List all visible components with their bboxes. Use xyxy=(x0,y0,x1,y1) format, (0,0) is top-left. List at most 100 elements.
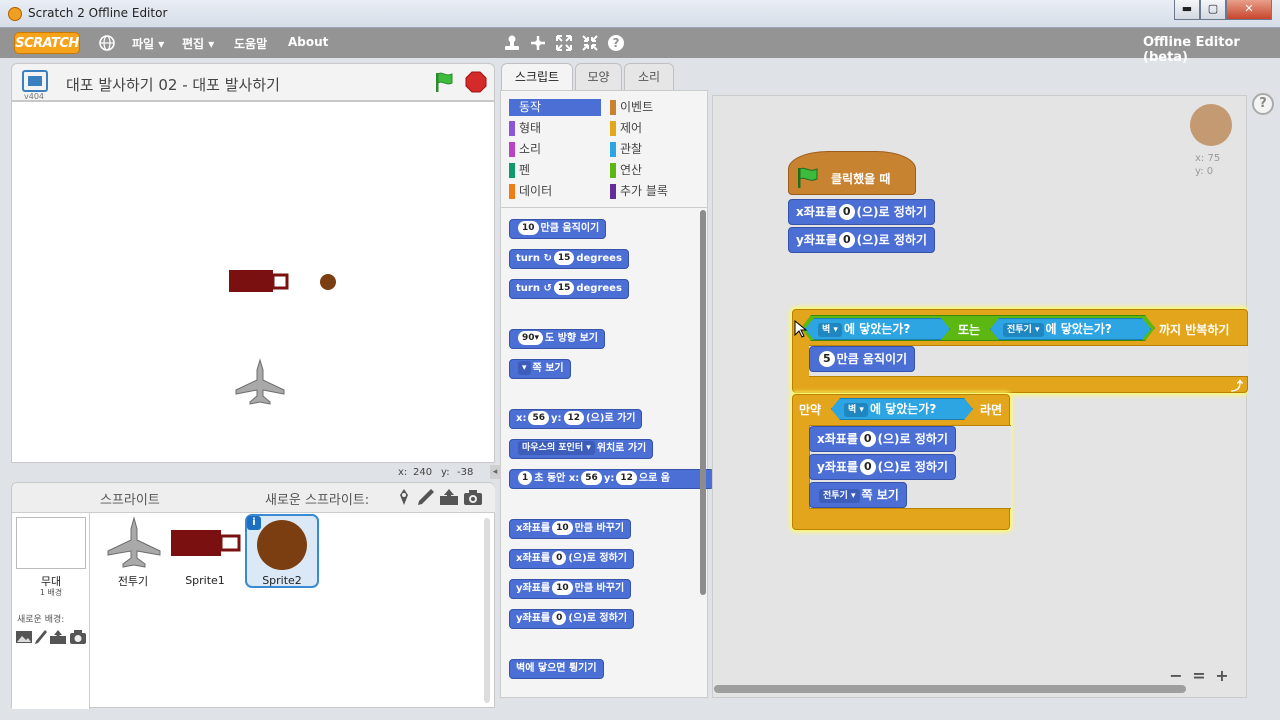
sprite-item-sprite1[interactable]: Sprite1 xyxy=(169,516,241,588)
paint-backdrop-icon[interactable] xyxy=(34,629,48,645)
block-goto-target[interactable]: 마우스의 포인터 ▾ 위치로 가기 xyxy=(509,439,654,459)
maximize-button[interactable]: ▢ xyxy=(1200,0,1226,20)
block-palette: 동작 형태 소리 펜 데이터 이벤트 제어 관찰 연산 추가 블록 10 만큼 움… xyxy=(500,90,714,698)
block-bounce[interactable]: 벽에 닿으면 튕기기 xyxy=(509,659,604,679)
upload-backdrop-icon[interactable] xyxy=(49,629,67,645)
repeat-until-label: 까지 반복하기 xyxy=(1159,323,1230,337)
point-towards-block[interactable]: 전투기 ▾ 쪽 보기 xyxy=(809,482,907,508)
touching-fighter-condition[interactable]: 전투기 ▾ 에 닿았는가? xyxy=(990,318,1151,340)
set-y-block[interactable]: y좌표를 0 (으)로 정하기 xyxy=(809,454,956,480)
edition-label: Offline Editor (beta) xyxy=(1143,35,1240,65)
paint-sprite-icon[interactable] xyxy=(417,488,435,506)
category-events[interactable]: 이벤트 xyxy=(610,99,702,116)
category-data[interactable]: 데이터 xyxy=(509,183,601,200)
sprite-item-sprite2[interactable]: i Sprite2 xyxy=(245,514,319,588)
script-area[interactable]: x: 75 y: 0 클릭했을 때 x좌표를 0 (으)로 정하기 y좌표를 0 (으)… xyxy=(712,95,1248,698)
menu-file[interactable]: 파일 ▾ xyxy=(132,35,164,52)
block-point-direction[interactable]: 90▾ 도 방향 보기 xyxy=(509,329,606,349)
block-set-y[interactable]: y좌표를 0 (으)로 정하기 xyxy=(509,609,635,629)
green-flag-icon xyxy=(798,167,818,188)
camera-sprite-icon[interactable] xyxy=(463,488,483,506)
green-flag-icon[interactable] xyxy=(432,70,456,94)
repeat-until-block[interactable]: 벽 ▾ 에 닿았는가? 또는 전투기 ▾ 에 닿았는가? 까지 반복하기 ⤴ 5 만큼… xyxy=(792,309,1248,393)
category-control[interactable]: 제어 xyxy=(610,120,702,137)
mouse-x-value: 240 xyxy=(413,467,433,478)
zoom-reset-button[interactable]: = xyxy=(1188,666,1210,686)
block-change-y[interactable]: y좌표를 10 만큼 바꾸기 xyxy=(509,579,632,599)
stage-column: 무대 1 배경 새로운 배경: xyxy=(12,513,90,709)
set-y-block[interactable]: y좌표를 0 (으)로 정하기 xyxy=(788,227,935,253)
camera-backdrop-icon[interactable] xyxy=(69,629,87,645)
or-label: 또는 xyxy=(958,323,981,337)
category-pen[interactable]: 펜 xyxy=(509,162,601,179)
category-looks[interactable]: 형태 xyxy=(509,120,601,137)
stage-canvas[interactable] xyxy=(11,101,495,463)
block-move-steps[interactable]: 10 만큼 움직이기 xyxy=(509,219,607,239)
when-flag-clicked-block[interactable]: 클릭했을 때 xyxy=(788,151,916,195)
delete-scissors-icon[interactable] xyxy=(529,34,547,52)
fighter-thumbnail xyxy=(107,516,161,568)
shrink-icon[interactable] xyxy=(581,34,599,52)
block-turn-left[interactable]: turn ↺ 15 degrees xyxy=(509,279,629,299)
block-change-x[interactable]: x좌표를 10 만큼 바꾸기 xyxy=(509,519,632,539)
loop-arrow-icon: ⤴ xyxy=(1231,379,1244,393)
block-glide[interactable]: 1초 동안 x: 56 y: 12 으로 움 xyxy=(509,469,714,489)
cannonball-sprite[interactable] xyxy=(319,273,337,291)
category-sensing[interactable]: 관찰 xyxy=(610,141,702,158)
set-x-block[interactable]: x좌표를 0 (으)로 정하기 xyxy=(788,199,935,225)
menu-bar: SCRATCH 파일 ▾ 편집 ▾ 도움말 About ? Offline Ed… xyxy=(0,28,1280,65)
set-x-block[interactable]: x좌표를 0 (으)로 정하기 xyxy=(809,426,956,452)
block-help-icon[interactable]: ? xyxy=(607,34,625,52)
touching-wall-condition[interactable]: 벽 ▾ 에 닿았는가? xyxy=(805,318,950,340)
mouse-y-label: y: xyxy=(441,467,450,478)
script-area-hscrollbar[interactable] xyxy=(714,685,1186,693)
backdrop-count: 1 배경 xyxy=(39,588,63,597)
block-set-x[interactable]: x좌표를 0 (으)로 정하기 xyxy=(509,549,634,569)
tab-scripts[interactable]: 스크립트 xyxy=(501,63,573,93)
fighter-jet-sprite[interactable] xyxy=(232,358,288,406)
help-icon[interactable]: ? xyxy=(1252,93,1274,115)
sprite-x-readout: x: 75 xyxy=(1195,153,1221,164)
minimize-button[interactable]: ▬ xyxy=(1174,0,1200,20)
choose-sprite-library-icon[interactable] xyxy=(395,488,413,506)
block-point-towards[interactable]: ▾ 쪽 보기 xyxy=(509,359,571,379)
if-touching-wall-condition[interactable]: 벽 ▾ 에 닿았는가? xyxy=(831,398,973,420)
category-motion[interactable]: 동작 xyxy=(509,99,601,116)
sprite-panel-header: 스프라이트 새로운 스프라이트: xyxy=(90,483,495,513)
close-button[interactable]: ✕ xyxy=(1226,0,1272,20)
if-then-label: 라면 xyxy=(980,403,1003,417)
tab-costumes[interactable]: 모양 xyxy=(575,63,622,91)
palette-scrollbar[interactable] xyxy=(700,210,706,595)
block-turn-right[interactable]: turn ↻ 15 degrees xyxy=(509,249,629,269)
category-sound[interactable]: 소리 xyxy=(509,141,601,158)
fullscreen-icon[interactable] xyxy=(22,70,48,92)
sprite-list-scrollbar[interactable] xyxy=(484,518,490,703)
stop-icon[interactable] xyxy=(464,70,488,94)
duplicate-stamp-icon[interactable] xyxy=(503,34,521,52)
sprite-item-fighter[interactable]: 전투기 xyxy=(97,516,169,588)
or-operator[interactable]: 벽 ▾ 에 닿았는가? 또는 전투기 ▾ 에 닿았는가? xyxy=(801,315,1155,341)
upload-sprite-icon[interactable] xyxy=(439,488,459,506)
current-sprite-thumbnail xyxy=(1190,104,1232,146)
category-more-blocks[interactable]: 추가 블록 xyxy=(610,183,702,200)
app-icon xyxy=(8,7,22,21)
globe-icon[interactable] xyxy=(98,34,116,52)
move-steps-block[interactable]: 5 만큼 움직이기 xyxy=(809,346,916,372)
zoom-out-button[interactable]: − xyxy=(1165,666,1187,686)
grow-icon[interactable] xyxy=(555,34,573,52)
project-title[interactable]: 대포 발사하기 02 - 대포 발사하기 xyxy=(66,74,280,95)
stage-collapse-arrow[interactable]: ◂ xyxy=(490,465,500,479)
if-block[interactable]: 만약 벽 ▾ 에 닿았는가? 라면 x좌표를 0 (으)로 정하기 y좌표를 0 (으)로… xyxy=(792,394,1011,530)
hat-label: 클릭했을 때 xyxy=(831,172,891,186)
stage-thumbnail[interactable] xyxy=(16,517,86,569)
menu-help[interactable]: 도움말 xyxy=(234,35,267,52)
choose-backdrop-icon[interactable] xyxy=(15,629,33,645)
zoom-in-button[interactable]: + xyxy=(1211,666,1233,686)
block-goto-xy[interactable]: x: 56 y: 12 (으)로 가기 xyxy=(509,409,643,429)
scratch-logo[interactable]: SCRATCH xyxy=(14,32,80,54)
menu-about[interactable]: About xyxy=(288,35,328,49)
tab-sounds[interactable]: 소리 xyxy=(624,63,674,91)
menu-edit[interactable]: 편집 ▾ xyxy=(182,35,214,52)
cannon-sprite[interactable] xyxy=(228,268,290,296)
category-operators[interactable]: 연산 xyxy=(610,162,702,179)
